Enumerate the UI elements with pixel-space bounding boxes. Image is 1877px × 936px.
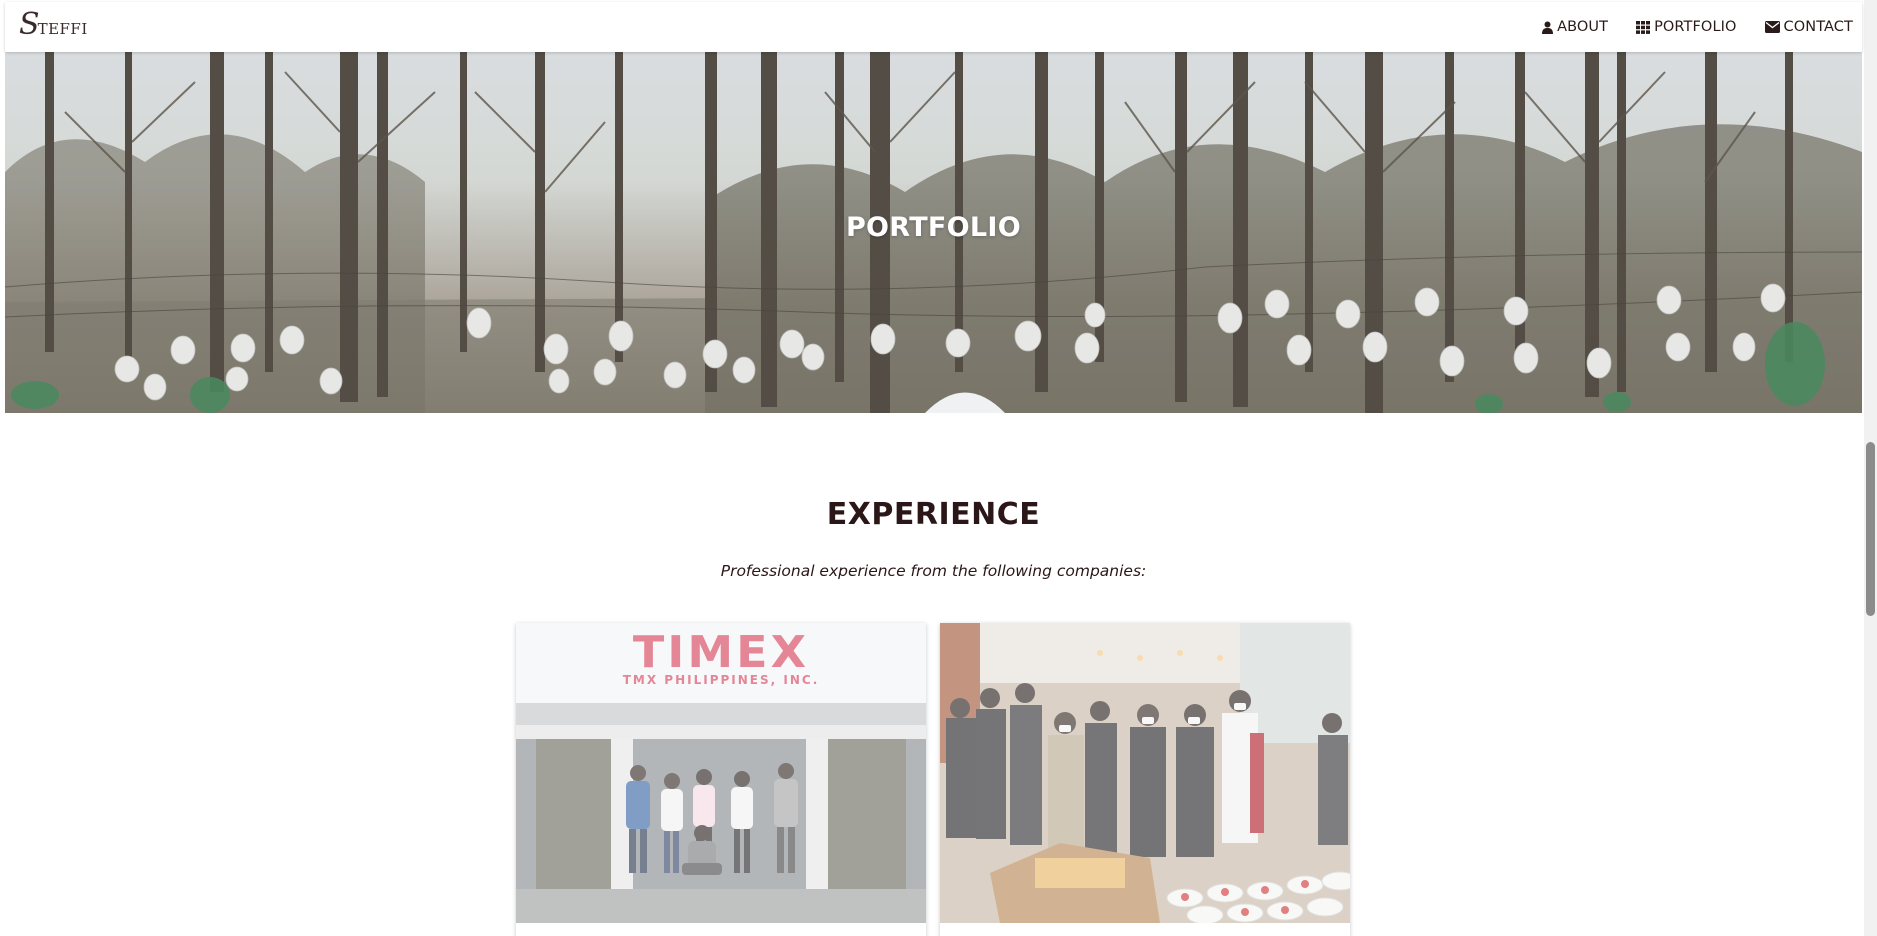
user-icon [1542,21,1554,34]
brand-logo[interactable]: S TEFFI [19,10,88,40]
nav-item-portfolio[interactable]: PORTFOLIO [1636,19,1736,35]
experience-title: EXPERIENCE [826,497,1041,532]
team-event-photo [940,623,1350,923]
scrollbar-thumb[interactable] [1866,442,1875,616]
navbar: S TEFFI ABOUT PORTFOLIO CONTACT [5,2,1862,52]
nav-links: ABOUT PORTFOLIO CONTACT [1542,2,1853,52]
nav-item-about-label: ABOUT [1557,19,1609,35]
brand-name: TEFFI [37,20,88,38]
nav-item-portfolio-label: PORTFOLIO [1654,19,1737,35]
nav-item-contact[interactable]: CONTACT [1764,19,1853,35]
experience-subtitle: Professional experience from the followi… [720,562,1147,580]
page: S TEFFI ABOUT PORTFOLIO CONTACT PORTFOLI… [0,0,1877,936]
envelope-icon [1764,21,1780,33]
experience-card-timex[interactable]: TIMEX TMX PHILIPPINES, INC. [516,623,926,936]
grid-icon [1636,20,1651,34]
hero-title: PORTFOLIO [845,212,1022,243]
hero-banner: PORTFOLIO [5,52,1862,413]
nav-item-about[interactable]: ABOUT [1542,19,1608,35]
page-scrollbar[interactable] [1864,0,1877,936]
image-wash [940,623,1350,923]
timex-team-photo: TIMEX TMX PHILIPPINES, INC. [516,623,926,923]
brand-initial: S [19,7,40,42]
experience-card-team-event[interactable] [940,623,1350,936]
nav-item-contact-label: CONTACT [1783,19,1853,35]
image-wash [516,623,926,923]
